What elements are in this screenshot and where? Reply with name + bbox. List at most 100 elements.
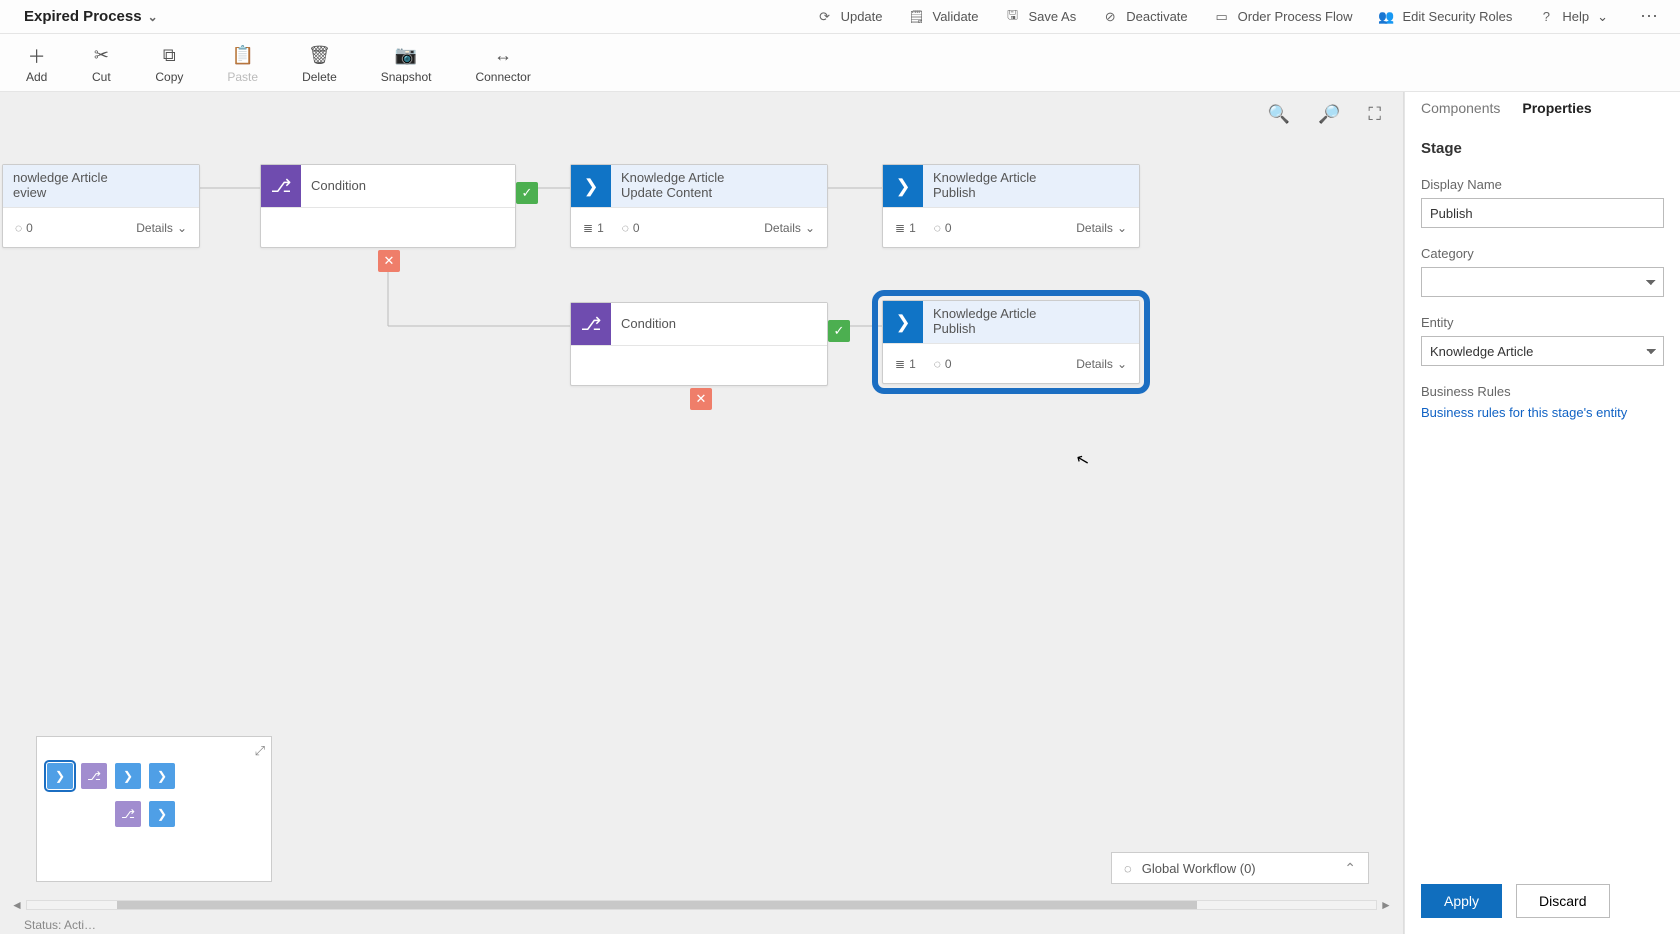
minimap-condition-icon: ⎇ xyxy=(115,801,141,827)
condition-true-icon: ✓ xyxy=(828,320,850,342)
display-name-label: Display Name xyxy=(1421,177,1664,192)
stage-publish-node-2-selected[interactable]: ❯ Knowledge Article Publish ≣ 1 ◌ 0 Deta… xyxy=(882,300,1140,384)
stage-update-content-node[interactable]: ❯ Knowledge Article Update Content ≣ 1 ◌… xyxy=(570,164,828,248)
horizontal-scrollbar[interactable]: ◄ ► xyxy=(10,898,1393,912)
condition-node-1[interactable]: ⎇ Condition xyxy=(260,164,516,248)
business-rules-label: Business Rules xyxy=(1421,384,1664,399)
apply-button[interactable]: Apply xyxy=(1421,884,1502,918)
global-workflow-bar[interactable]: ◌ Global Workflow (0) ⌃ xyxy=(1111,852,1369,884)
condition-true-icon: ✓ xyxy=(516,182,538,204)
global-workflow-label: Global Workflow (0) xyxy=(1142,861,1256,876)
category-label: Category xyxy=(1421,246,1664,261)
add-button[interactable]: ＋ Add xyxy=(20,44,53,86)
connector-icon: ↔ xyxy=(493,46,513,66)
canvas-zoom-tools: 🔍 🔎 ⛶ xyxy=(1268,104,1381,125)
update-label: Update xyxy=(841,9,883,24)
order-label: Order Process Flow xyxy=(1238,9,1353,24)
stage-icon: ❯ xyxy=(571,165,611,207)
condition-title: Condition xyxy=(311,179,505,194)
process-title[interactable]: Expired Process ⌄ xyxy=(24,8,158,25)
trigger-count: ◌ 0 xyxy=(934,221,952,235)
status-text: Status: Acti… xyxy=(24,918,96,932)
stage-title-line1: Knowledge Article xyxy=(933,171,1129,186)
branch-icon: ⎇ xyxy=(261,165,301,207)
people-icon: 👥 xyxy=(1379,9,1395,25)
save-icon: 🖫 xyxy=(1005,9,1021,25)
tab-components[interactable]: Components xyxy=(1421,100,1500,122)
tab-properties[interactable]: Properties xyxy=(1522,100,1591,122)
step-count: ≣ 1 xyxy=(895,221,916,235)
chevron-down-icon: ⌄ xyxy=(148,10,158,24)
condition-false-icon: ✕ xyxy=(690,388,712,410)
delete-button[interactable]: 🗑Delete xyxy=(296,44,343,86)
trigger-count: ◌ 0 xyxy=(15,221,33,235)
security-label: Edit Security Roles xyxy=(1403,9,1513,24)
scroll-left-icon[interactable]: ◄ xyxy=(10,898,24,912)
details-toggle[interactable]: Details ⌄ xyxy=(136,221,187,235)
scroll-track[interactable] xyxy=(26,900,1377,910)
stage-publish-node-1[interactable]: ❯ Knowledge Article Publish ≣ 1 ◌ 0 Deta… xyxy=(882,164,1140,248)
condition-false-icon: ✕ xyxy=(378,250,400,272)
panel-heading: Stage xyxy=(1421,140,1664,157)
chevron-down-icon: ⌄ xyxy=(1597,9,1608,25)
main-layout: 🔍 🔎 ⛶ nowledge Article eview ◌ 0 xyxy=(0,92,1680,934)
edit-toolbar: ＋Add ✂Cut ⧉Copy 📋Paste 🗑Delete 📷Snapshot… xyxy=(0,34,1680,92)
snapshot-label: Snapshot xyxy=(381,70,432,84)
stage-icon: ❯ xyxy=(883,165,923,207)
snapshot-button[interactable]: 📷 Snapshot xyxy=(375,44,438,86)
copy-label: Copy xyxy=(155,70,183,84)
category-select[interactable] xyxy=(1421,267,1664,297)
more-commands[interactable]: ⋯ xyxy=(1634,6,1666,27)
copy-button[interactable]: ⧉ Copy xyxy=(149,44,189,86)
stage-title-line2: eview xyxy=(13,186,189,201)
display-name-input[interactable] xyxy=(1421,198,1664,228)
minimap[interactable]: ⤢ ❯ ⎇ ❯ ❯ ⎇ ❯ xyxy=(36,736,272,882)
validate-command[interactable]: 🗒Validate xyxy=(909,9,979,25)
step-count: ≣ 1 xyxy=(895,357,916,371)
edit-security-command[interactable]: 👥 Edit Security Roles xyxy=(1379,9,1513,25)
paste-label: Paste xyxy=(227,70,258,84)
scroll-right-icon[interactable]: ► xyxy=(1379,898,1393,912)
business-rules-link[interactable]: Business rules for this stage's entity xyxy=(1421,405,1664,420)
fit-screen-icon[interactable]: ⛶ xyxy=(1368,104,1381,125)
deactivate-command[interactable]: ⊘Deactivate xyxy=(1102,9,1187,25)
add-label: Add xyxy=(26,70,47,84)
panel-action-buttons: Apply Discard xyxy=(1421,864,1664,918)
details-toggle[interactable]: Details ⌄ xyxy=(1076,357,1127,371)
scissors-icon: ✂ xyxy=(91,46,111,66)
stage-title-line2: Publish xyxy=(933,322,1129,337)
details-toggle[interactable]: Details ⌄ xyxy=(764,221,815,235)
copy-icon: ⧉ xyxy=(159,46,179,66)
zoom-in-icon[interactable]: 🔍 xyxy=(1268,104,1290,125)
stage-title-line2: Publish xyxy=(933,186,1129,201)
minimap-expand-icon[interactable]: ⤢ xyxy=(255,743,265,759)
cursor-icon: ↖ xyxy=(1074,449,1092,472)
entity-select[interactable]: Knowledge Article xyxy=(1421,336,1664,366)
minimap-stage-icon: ❯ xyxy=(47,763,73,789)
zoom-out-icon[interactable]: 🔎 xyxy=(1318,104,1340,125)
trigger-count: ◌ 0 xyxy=(622,221,640,235)
branch-icon: ⎇ xyxy=(571,303,611,345)
save-as-command[interactable]: 🖫Save As xyxy=(1005,9,1077,25)
cut-button[interactable]: ✂Cut xyxy=(85,44,117,86)
scroll-thumb[interactable] xyxy=(117,901,1197,909)
discard-button[interactable]: Discard xyxy=(1516,884,1609,918)
title-bar: Expired Process ⌄ ⟳ Update 🗒Validate 🖫Sav… xyxy=(0,0,1680,34)
minimap-stage-icon: ❯ xyxy=(149,801,175,827)
step-count: ≣ 1 xyxy=(583,221,604,235)
order-process-command[interactable]: ▭Order Process Flow xyxy=(1214,9,1353,25)
minimap-stage-icon: ❯ xyxy=(115,763,141,789)
refresh-icon: ⟳ xyxy=(817,9,833,25)
entity-label: Entity xyxy=(1421,315,1664,330)
help-command[interactable]: ?Help⌄ xyxy=(1538,9,1608,25)
plus-icon: ＋ xyxy=(27,46,47,66)
update-command[interactable]: ⟳ Update xyxy=(817,9,883,25)
process-title-text: Expired Process xyxy=(24,8,142,25)
condition-node-2[interactable]: ⎇Condition xyxy=(570,302,828,386)
process-canvas[interactable]: 🔍 🔎 ⛶ nowledge Article eview ◌ 0 xyxy=(0,92,1404,934)
camera-icon: 📷 xyxy=(396,46,416,66)
details-toggle[interactable]: Details ⌄ xyxy=(1076,221,1127,235)
delete-label: Delete xyxy=(302,70,337,84)
stage-review-node[interactable]: nowledge Article eview ◌ 0 Details ⌄ xyxy=(2,164,200,248)
connector-button[interactable]: ↔Connector xyxy=(469,44,536,86)
